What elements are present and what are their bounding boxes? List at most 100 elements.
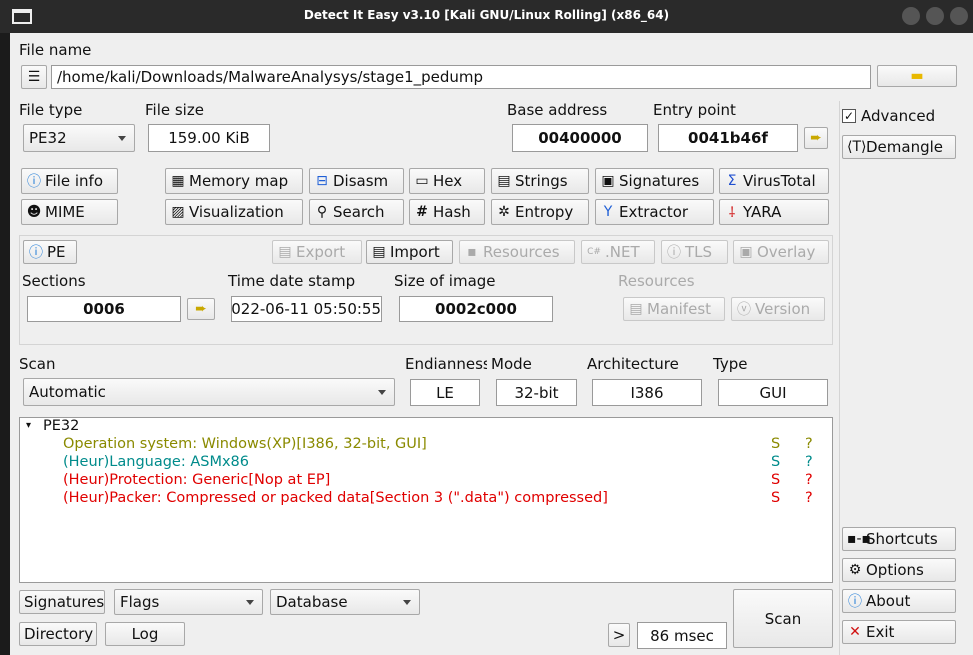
size-of-image-label: Size of image (394, 272, 496, 290)
result-signature-link[interactable]: S (771, 436, 780, 452)
result-signature-link[interactable]: S (771, 454, 780, 470)
demangle-label: Demangle (866, 138, 944, 156)
options-button[interactable]: ⚙ Options (842, 558, 956, 582)
result-info-link[interactable]: ? (805, 436, 813, 452)
recent-files-button[interactable]: ☰ (21, 65, 47, 89)
import-button[interactable]: ▤ Import (366, 240, 453, 264)
log-button[interactable]: Log (105, 622, 185, 646)
architecture-label: Architecture (587, 355, 679, 373)
hash-button[interactable]: # Hash (409, 199, 485, 225)
net-button[interactable]: C# .NET (581, 240, 655, 264)
exit-button[interactable]: ✕ Exit (842, 620, 956, 644)
base-address-value: 00400000 (512, 124, 648, 152)
manifest-button[interactable]: ▤ Manifest (623, 297, 725, 321)
chevron-down-icon (403, 600, 411, 605)
virustotal-label: VirusTotal (743, 172, 816, 190)
pe-label: PE (47, 243, 66, 261)
tree-expand-icon[interactable]: ▾ (26, 420, 31, 431)
memory-map-button[interactable]: ▦ Memory map (165, 168, 303, 194)
arrow-right-icon: ➨ (195, 301, 207, 317)
file-type-label: File type (19, 101, 83, 119)
entry-point-value: 0041b46f (658, 124, 798, 152)
overlay-icon: ▣ (739, 244, 753, 260)
close-window-button[interactable] (950, 7, 968, 25)
bottom-signatures-button[interactable]: Signatures (19, 590, 105, 614)
resources-button[interactable]: ▪ Resources (459, 240, 575, 264)
version-button[interactable]: ⓥ Version (731, 297, 825, 321)
info-icon: ⓘ (27, 174, 41, 190)
result-signature-link[interactable]: S (771, 472, 780, 488)
strings-icon: ▤ (497, 173, 511, 189)
mime-icon: ☻ (26, 204, 42, 220)
file-info-button[interactable]: ⓘ File info (21, 168, 118, 194)
entropy-button[interactable]: ✲ Entropy (491, 199, 589, 225)
close-icon: ✕ (849, 624, 861, 640)
entry-point-label: Entry point (653, 101, 736, 119)
flags-select[interactable]: Flags (114, 589, 263, 615)
maximize-button[interactable] (926, 7, 944, 25)
chevron-down-icon (246, 600, 254, 605)
disasm-button[interactable]: ⊟ Disasm (309, 168, 404, 194)
manifest-label: Manifest (647, 300, 712, 318)
results-tree[interactable]: ▾ PE32 Operation system: Windows(XP)[I38… (19, 417, 833, 583)
search-button[interactable]: ⚲ Search (309, 199, 404, 225)
result-line[interactable]: (Heur)Language: ASMx86 (63, 454, 249, 470)
strings-button[interactable]: ▤ Strings (491, 168, 589, 194)
time-date-stamp-label: Time date stamp (228, 272, 356, 290)
signatures-button[interactable]: ▣ Signatures (595, 168, 714, 194)
options-label: Options (866, 561, 924, 579)
scan-button[interactable]: Scan (733, 589, 833, 648)
hash-label: Hash (433, 203, 471, 221)
more-button[interactable]: > (608, 623, 630, 647)
export-button[interactable]: ▤ Export (272, 240, 362, 264)
tls-button[interactable]: ⓘ TLS (661, 240, 728, 264)
result-line[interactable]: (Heur)Packer: Compressed or packed data[… (63, 490, 608, 506)
shortcuts-button[interactable]: ▪-▪ Shortcuts (842, 527, 956, 551)
result-info-link[interactable]: ? (805, 490, 813, 506)
result-signature-link[interactable]: S (771, 490, 780, 506)
visualization-icon: ▨ (171, 204, 185, 220)
net-icon: C# (587, 247, 601, 257)
entry-point-go-button[interactable]: ➨ (804, 127, 828, 149)
about-label: About (866, 592, 911, 610)
open-file-button[interactable]: ▬ (877, 65, 957, 87)
advanced-checkbox[interactable]: ✓ (842, 109, 856, 123)
result-info-link[interactable]: ? (805, 454, 813, 470)
checkbox-icon: ✓ (843, 109, 855, 123)
file-size-label: File size (145, 101, 204, 119)
extractor-icon: Y (603, 204, 613, 220)
file-type-value: PE32 (29, 129, 67, 147)
yara-button[interactable]: ⸸ YARA (719, 199, 829, 225)
database-select[interactable]: Database (270, 589, 420, 615)
more-label: > (612, 626, 626, 644)
mime-button[interactable]: ☻ MIME (21, 199, 118, 225)
endianness-value: LE (410, 379, 480, 406)
file-path-input[interactable]: /home/kali/Downloads/MalwareAnalysys/sta… (51, 65, 871, 89)
advanced-label: Advanced (861, 107, 936, 125)
search-icon: ⚲ (316, 204, 328, 220)
minimize-button[interactable] (902, 7, 920, 25)
visualization-button[interactable]: ▨ Visualization (165, 199, 303, 225)
scan-mode-select[interactable]: Automatic (23, 378, 395, 406)
sections-go-button[interactable]: ➨ (187, 298, 215, 320)
entropy-icon: ✲ (498, 204, 510, 220)
directory-label: Directory (24, 625, 94, 643)
file-name-label: File name (19, 41, 92, 59)
file-type-select[interactable]: PE32 (23, 124, 135, 152)
extractor-button[interactable]: Y Extractor (595, 199, 714, 225)
about-button[interactable]: ⓘ About (842, 589, 956, 613)
title-bar: Detect It Easy v3.10 [Kali GNU/Linux Rol… (0, 0, 973, 33)
directory-button[interactable]: Directory (19, 622, 97, 646)
result-line[interactable]: (Heur)Protection: Generic[Nop at EP] (63, 472, 330, 488)
hex-button[interactable]: ▭ Hex (409, 168, 485, 194)
demangle-button[interactable]: ⟨T⟩ Demangle (842, 135, 956, 159)
virustotal-button[interactable]: Σ VirusTotal (719, 168, 829, 194)
result-info-link[interactable]: ? (805, 472, 813, 488)
result-line[interactable]: Operation system: Windows(XP)[I386, 32-b… (63, 436, 427, 452)
resources-group-label: Resources (618, 272, 695, 290)
version-label: Version (755, 300, 811, 318)
pe-button[interactable]: ⓘ PE (23, 240, 77, 264)
manifest-icon: ▤ (629, 301, 643, 317)
overlay-button[interactable]: ▣ Overlay (733, 240, 829, 264)
tree-root[interactable]: PE32 (43, 418, 79, 434)
